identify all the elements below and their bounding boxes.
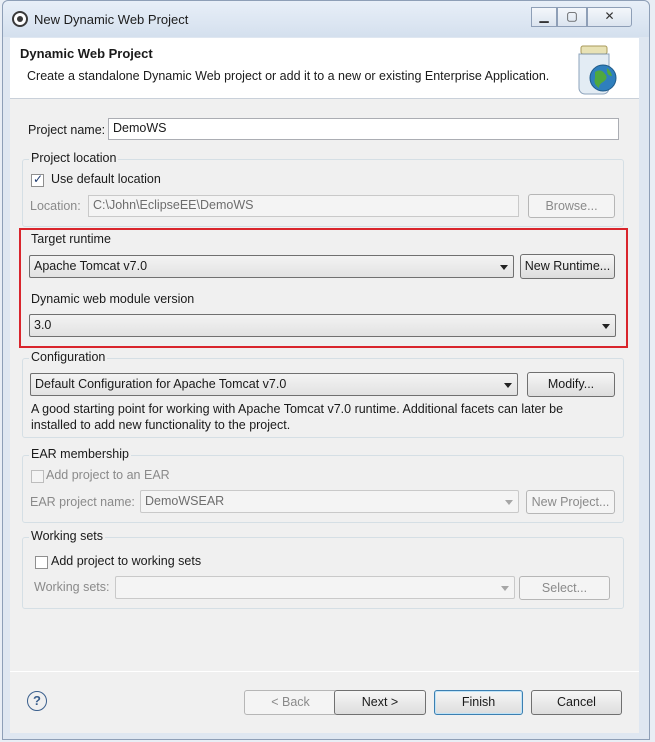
next-button[interactable]: Next > [334, 690, 426, 715]
configuration-value: Default Configuration for Apache Tomcat … [35, 377, 287, 391]
window-title: New Dynamic Web Project [34, 12, 189, 27]
modify-button[interactable]: Modify... [527, 372, 615, 397]
chevron-down-icon [501, 586, 509, 591]
back-button[interactable]: < Back [244, 690, 337, 715]
configuration-description-line1: A good starting point for working with A… [31, 402, 564, 416]
eclipse-icon [12, 11, 28, 27]
use-default-location-checkbox[interactable] [31, 172, 44, 187]
working-sets-label: Working sets [29, 529, 106, 543]
highlight-box [19, 228, 628, 348]
ear-project-name-select[interactable]: DemoWSEAR [140, 490, 519, 513]
select-working-sets-button[interactable]: Select... [519, 576, 610, 600]
browse-button[interactable]: Browse... [528, 194, 615, 218]
chevron-down-icon [504, 383, 512, 388]
working-sets-select[interactable] [115, 576, 515, 599]
add-to-ear-label[interactable]: Add project to an EAR [46, 468, 170, 482]
banner-description: Create a standalone Dynamic Web project … [27, 69, 550, 83]
use-default-location-label[interactable]: Use default location [51, 172, 161, 186]
banner-title: Dynamic Web Project [20, 46, 153, 61]
working-sets-field-label: Working sets: [34, 580, 110, 594]
globe-jar-icon [578, 45, 617, 95]
location-label: Location: [30, 199, 81, 213]
add-to-ear-checkbox[interactable] [31, 470, 44, 483]
project-location-label: Project location [29, 151, 119, 165]
maximize-button[interactable]: ▢ [557, 7, 587, 27]
help-icon[interactable]: ? [27, 691, 47, 711]
close-button[interactable]: ✕ [587, 7, 632, 27]
ear-membership-label: EAR membership [29, 447, 131, 461]
add-to-working-sets-checkbox[interactable] [35, 556, 48, 569]
project-name-input[interactable]: DemoWS [108, 118, 619, 140]
configuration-select[interactable]: Default Configuration for Apache Tomcat … [30, 373, 518, 396]
ear-project-name-value: DemoWSEAR [145, 494, 225, 508]
configuration-description-line2: installed to add new functionality to th… [31, 418, 291, 432]
minimize-button[interactable]: ▁ [531, 7, 557, 27]
add-to-working-sets-label[interactable]: Add project to working sets [51, 554, 201, 568]
configuration-label: Configuration [29, 350, 108, 364]
location-input[interactable]: C:\John\EclipseEE\DemoWS [88, 195, 519, 217]
project-name-label: Project name: [28, 123, 106, 137]
chevron-down-icon [505, 500, 513, 505]
ear-project-name-label: EAR project name: [30, 495, 135, 509]
finish-button[interactable]: Finish [434, 690, 523, 715]
cancel-button[interactable]: Cancel [531, 690, 622, 715]
new-ear-project-button[interactable]: New Project... [526, 490, 615, 514]
